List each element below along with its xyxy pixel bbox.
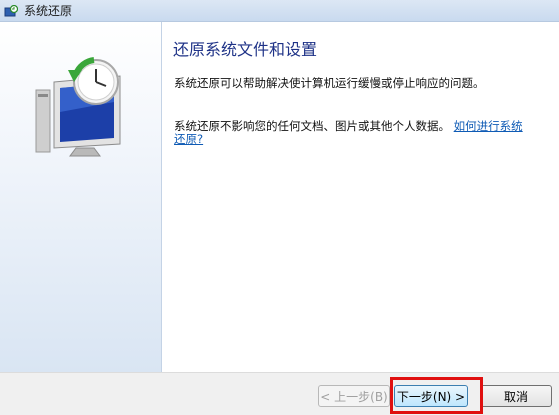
back-button[interactable]: < 上一步(B) — [318, 385, 390, 407]
window-title: 系统还原 — [24, 4, 73, 18]
sidebar-panel — [0, 22, 162, 372]
main-content: 还原系统文件和设置 系统还原可以帮助解决使计算机运行缓慢或停止响应的问题。 系统… — [162, 22, 559, 372]
system-restore-graphic — [24, 52, 136, 172]
note-paragraph: 系统还原不影响您的任何文档、图片或其他个人数据。 如何进行系统还原? — [174, 120, 524, 146]
page-heading: 还原系统文件和设置 — [173, 40, 318, 59]
system-restore-window: 系统还原 还原系统文件和设置 系统还原可以帮助解决使计算机运行缓慢或停止响应的问… — [0, 0, 559, 415]
note-text: 系统还原不影响您的任何文档、图片或其他个人数据。 — [174, 119, 450, 133]
button-bar: < 上一步(B) 下一步(N) > 取消 — [0, 372, 559, 415]
cancel-button[interactable]: 取消 — [480, 385, 552, 407]
system-restore-icon — [4, 4, 19, 18]
description-text: 系统还原可以帮助解决使计算机运行缓慢或停止响应的问题。 — [174, 76, 485, 90]
title-bar[interactable]: 系统还原 — [0, 0, 559, 22]
next-button[interactable]: 下一步(N) > — [394, 385, 468, 407]
